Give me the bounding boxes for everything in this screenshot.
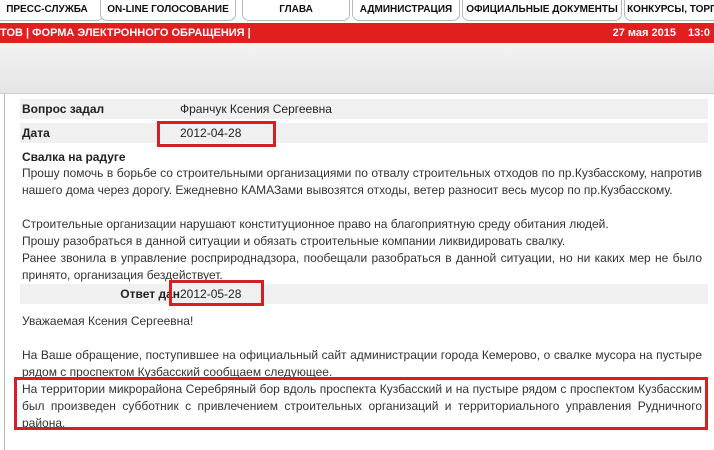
- question-paragraph: Строительные организации нарушают консти…: [22, 217, 609, 231]
- appeal-content: Вопрос задал Франчук Ксения Сергеевна Да…: [0, 94, 714, 450]
- question-date-highlight: [157, 121, 276, 147]
- top-navigation: ПРЕСС-СЛУЖБА ON-LINE ГОЛОСОВАНИЕ ГЛАВА А…: [0, 0, 714, 24]
- question-date-label: Дата: [22, 126, 50, 140]
- question-date-row: Дата 2012-04-28: [20, 123, 708, 143]
- tab-online-voting[interactable]: ON-LINE ГОЛОСОВАНИЕ: [100, 0, 236, 21]
- tab-administration[interactable]: АДМИНИСТРАЦИЯ: [352, 0, 460, 21]
- asked-by-value: Франчук Ксения Сергеевна: [180, 102, 332, 116]
- tab-official-documents[interactable]: ОФИЦИАЛЬНЫЕ ДОКУМЕНТЫ: [462, 0, 622, 21]
- answer-text-highlight: [14, 377, 708, 430]
- question-paragraph: Прошу разобраться в данной ситуации и об…: [22, 234, 566, 248]
- answer-greeting: Уважаемая Ксения Сергеевна!: [22, 314, 194, 328]
- toolbar-band: [0, 43, 714, 94]
- tab-press-service[interactable]: ПРЕСС-СЛУЖБА: [0, 0, 104, 21]
- breadcrumb[interactable]: ТОВ | ФОРМА ЭЛЕКТРОННОГО ОБРАЩЕНИЯ |: [0, 23, 251, 43]
- tab-head[interactable]: ГЛАВА: [242, 0, 350, 21]
- question-paragraph: Прошу помочь в борьбе со строительными о…: [22, 166, 702, 197]
- header-date: 27 мая 2015: [612, 27, 676, 39]
- content-left-border: [4, 94, 5, 450]
- answer-paragraph: На Ваше обращение, поступившее на официа…: [22, 348, 702, 379]
- asked-by-label: Вопрос задал: [22, 102, 105, 116]
- tab-contests[interactable]: КОНКУРСЫ, ТОРГИ: [624, 0, 714, 21]
- asked-by-row: Вопрос задал Франчук Ксения Сергеевна: [20, 99, 708, 119]
- answer-date-row: Ответ дан 2012-05-28: [20, 284, 708, 304]
- header-datetime: 27 мая 2015 13:0: [613, 23, 710, 43]
- question-title: Свалка на радуге: [22, 150, 126, 164]
- header-bar: ТОВ | ФОРМА ЭЛЕКТРОННОГО ОБРАЩЕНИЯ | 27 …: [0, 23, 714, 43]
- answer-date-highlight: [169, 280, 264, 306]
- header-time: 13:0: [687, 27, 710, 39]
- question-paragraph: Ранее звонила в управление росприроднадз…: [22, 251, 702, 282]
